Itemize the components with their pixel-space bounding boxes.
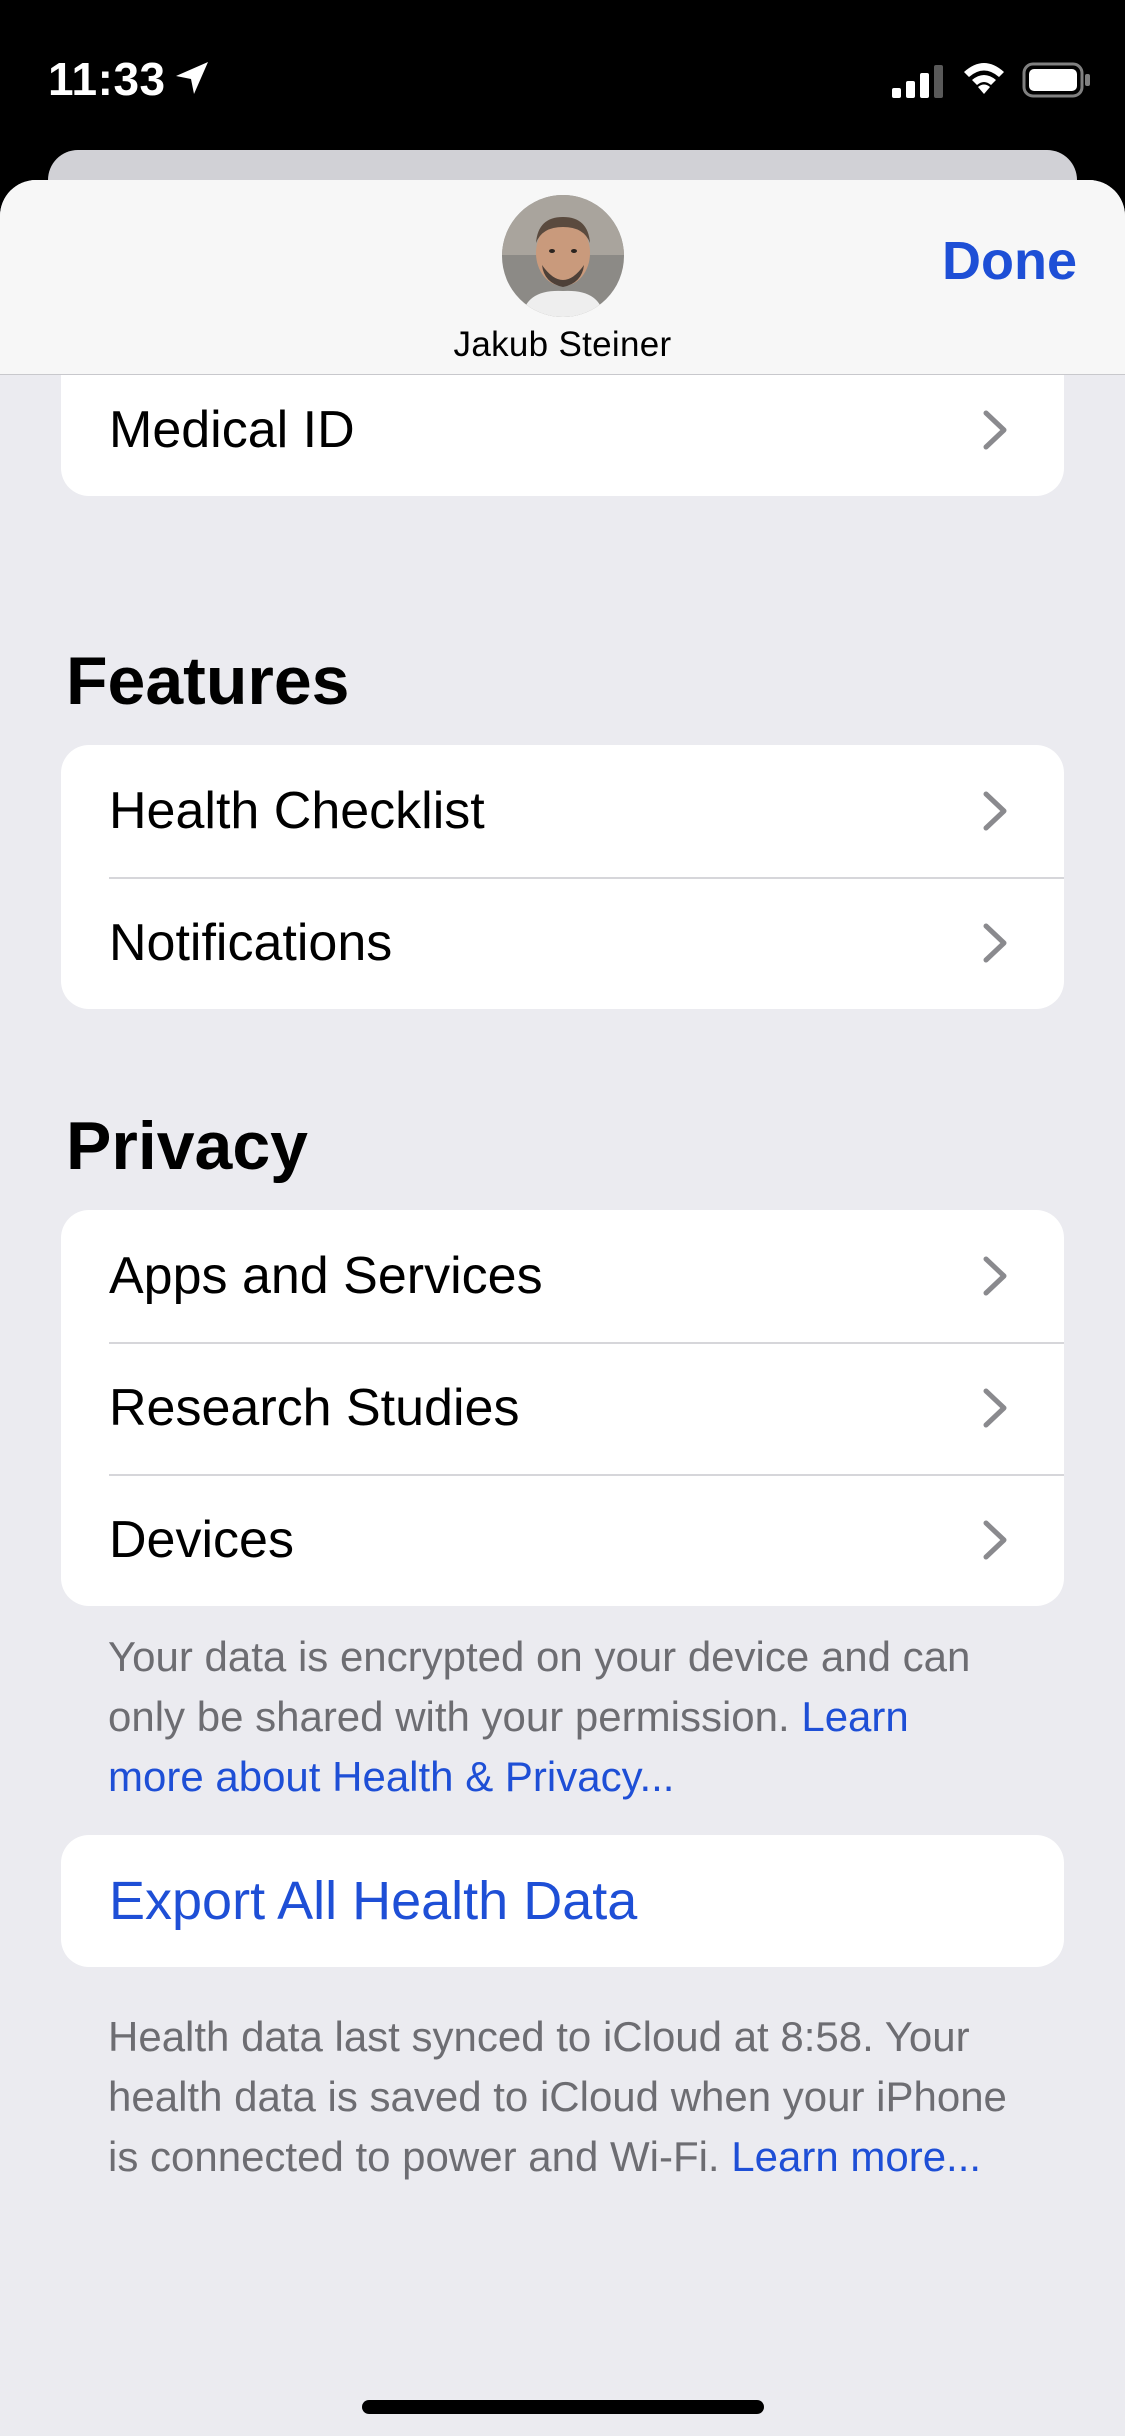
home-indicator[interactable] (362, 2400, 764, 2414)
chevron-right-icon (983, 791, 1007, 831)
wifi-icon (964, 63, 1004, 94)
sync-footnote: Health data last synced to iCloud at 8:5… (108, 2007, 1008, 2187)
privacy-card: Apps and Services Research Studies Devic… (61, 1210, 1064, 1606)
chevron-right-icon (983, 1256, 1007, 1296)
row-notifications[interactable]: Notifications (61, 877, 1064, 1009)
row-label: Apps and Services (109, 1247, 543, 1305)
section-title-privacy: Privacy (66, 1108, 308, 1184)
row-label: Devices (109, 1511, 294, 1569)
location-arrow-icon (176, 62, 208, 94)
done-button[interactable]: Done (942, 230, 1077, 292)
export-label: Export All Health Data (109, 1871, 638, 1931)
features-card: Health Checklist Notifications (61, 745, 1064, 1009)
export-all-health-data-button[interactable]: Export All Health Data (61, 1835, 1064, 1967)
status-time: 11:33 (48, 53, 166, 105)
row-label: Notifications (109, 914, 393, 972)
section-title-features: Features (66, 643, 350, 719)
row-medical-id[interactable]: Medical ID (61, 364, 1064, 496)
row-label: Medical ID (109, 401, 355, 459)
avatar[interactable] (502, 195, 624, 317)
export-card: Export All Health Data (61, 1835, 1064, 1967)
row-label: Research Studies (109, 1379, 520, 1437)
row-apps-and-services[interactable]: Apps and Services (61, 1210, 1064, 1342)
battery-icon (1022, 62, 1090, 98)
profile-photo (502, 195, 624, 317)
chevron-right-icon (983, 410, 1007, 450)
profile-name: Jakub Steiner (453, 325, 672, 364)
chevron-right-icon (983, 923, 1007, 963)
chevron-right-icon (983, 1520, 1007, 1560)
row-label: Health Checklist (109, 782, 485, 840)
status-bar: 11:33 (0, 0, 1125, 150)
sheet-header: Jakub Steiner Done (0, 180, 1125, 375)
chevron-right-icon (983, 1388, 1007, 1428)
row-research-studies[interactable]: Research Studies (61, 1342, 1064, 1474)
row-health-checklist[interactable]: Health Checklist (61, 745, 1064, 877)
health-profile-sheet: Jakub Steiner Done Medical ID Features H… (0, 180, 1125, 2436)
privacy-footnote: Your data is encrypted on your device an… (108, 1627, 1008, 1807)
learn-more-sync-link[interactable]: Learn more... (731, 2133, 981, 2180)
row-devices[interactable]: Devices (61, 1474, 1064, 1606)
cellular-signal-icon (892, 65, 943, 98)
